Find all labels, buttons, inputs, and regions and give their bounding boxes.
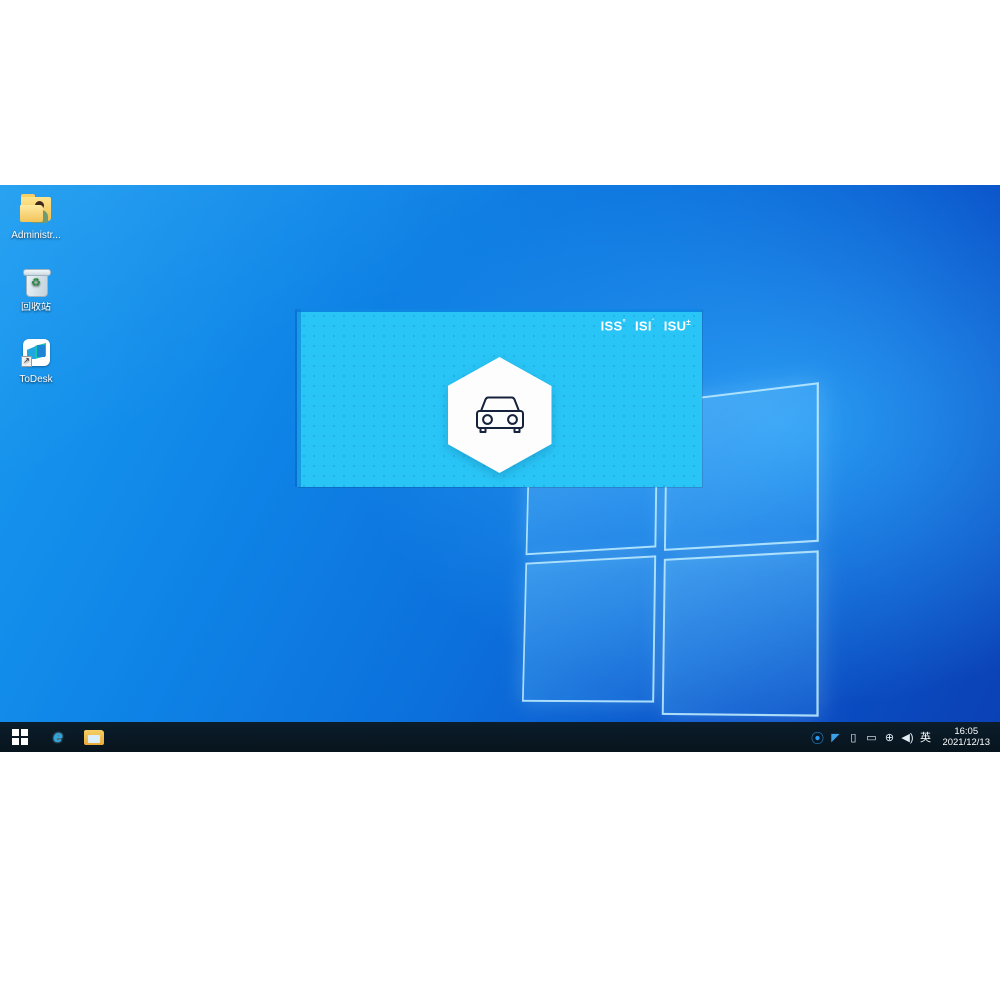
shortcut-overlay-icon: ↗ bbox=[21, 356, 32, 367]
speaker-icon[interactable]: ◀) bbox=[898, 722, 916, 752]
app-logo bbox=[448, 357, 552, 473]
bluetooth-icon[interactable]: ⦿ bbox=[808, 722, 826, 752]
internet-explorer-icon: e bbox=[53, 727, 62, 747]
taskbar-item-file-explorer[interactable] bbox=[76, 722, 112, 752]
ime-icon[interactable]: 英 bbox=[916, 722, 934, 752]
usb-device-icon[interactable]: ▭ bbox=[862, 722, 880, 752]
brand-mark-isu: ISU± bbox=[664, 318, 691, 333]
desktop-icon-label: ToDesk bbox=[0, 374, 72, 386]
system-tray[interactable]: ⦿ ◤ ▯ ▭ ⊕ ◀) 英 16:05 2021/12/13 bbox=[808, 722, 1000, 752]
windows-pane-3 bbox=[522, 555, 656, 702]
brand-marks: ISS° ISI´ ISU± bbox=[601, 318, 691, 333]
brand-mark-isi: ISI´ bbox=[635, 318, 655, 333]
globe-network-icon[interactable]: ⊕ bbox=[880, 722, 898, 752]
desktop-icon-label: 回收站 bbox=[0, 302, 72, 314]
desktop-icon-recycle-bin[interactable]: ♻ 回收站 bbox=[0, 265, 72, 314]
windows-pane-4 bbox=[662, 550, 819, 716]
todesk-icon: ↗ bbox=[19, 337, 53, 371]
todesk-tray-icon[interactable]: ◤ bbox=[826, 722, 844, 752]
recycle-bin-icon: ♻ bbox=[19, 265, 53, 299]
start-button[interactable] bbox=[0, 722, 40, 752]
desktop-icon-todesk[interactable]: ↗ ToDesk bbox=[0, 337, 72, 386]
clock-time: 16:05 bbox=[942, 726, 990, 737]
desktop-icon-administrator[interactable]: Administr... bbox=[0, 193, 72, 242]
letterbox-top bbox=[0, 0, 1000, 185]
hexagon-badge bbox=[448, 357, 552, 473]
clock[interactable]: 16:05 2021/12/13 bbox=[934, 726, 996, 748]
letterbox-bottom bbox=[0, 752, 1000, 1000]
user-folder-icon bbox=[19, 193, 53, 227]
cars-splash-window[interactable]: ISS° ISI´ ISU± CARS Rel bbox=[297, 309, 702, 487]
clock-date: 2021/12/13 bbox=[942, 737, 990, 748]
brand-mark-iss: ISS° bbox=[601, 318, 626, 333]
splash-left-border bbox=[297, 309, 301, 487]
battery-icon[interactable]: ▯ bbox=[844, 722, 862, 752]
desktop-screen: Administr... ♻ 回收站 ↗ ToDesk ISS° ISI´ IS… bbox=[0, 185, 1000, 752]
windows-logo-icon bbox=[12, 729, 28, 745]
splash-top-border bbox=[297, 309, 702, 312]
desktop-icon-label: Administr... bbox=[0, 230, 72, 242]
taskbar[interactable]: e ⦿ ◤ ▯ ▭ ⊕ ◀) 英 16:05 2021/12/13 bbox=[0, 722, 1000, 752]
car-front-hexagon-icon bbox=[471, 393, 529, 437]
taskbar-item-internet-explorer[interactable]: e bbox=[40, 722, 76, 752]
folder-icon bbox=[84, 730, 104, 745]
